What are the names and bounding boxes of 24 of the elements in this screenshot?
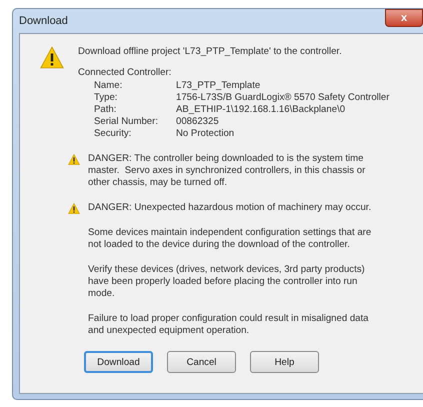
- field-value: AB_ETHIP-1\192.168.1.16\Backplane\0: [176, 104, 346, 116]
- warning-icon: [68, 154, 80, 165]
- field-label: Security:: [94, 128, 132, 140]
- field-label: Name:: [94, 80, 124, 92]
- warning-icon: [68, 203, 80, 214]
- note-text: Verify these devices (drives, network devices, 3rd party products) have been properly loaded before placing the controller into run mode.: [88, 264, 366, 300]
- window-title: Download: [19, 15, 68, 27]
- field-label: Serial Number:: [94, 116, 159, 128]
- dialog-button[interactable]: Cancel: [167, 351, 236, 373]
- message-text: Download offline project 'L73_PTP_Template' to the controller.: [78, 46, 343, 58]
- warning-text: DANGER: Unexpected hazardous motion of machinery may occur.: [88, 202, 372, 214]
- field-label: Path:: [94, 104, 118, 116]
- field-label: Type:: [94, 92, 118, 104]
- dialog-button[interactable]: Help: [250, 351, 319, 373]
- field-value: L73_PTP_Template: [176, 80, 262, 92]
- warning-icon: [40, 46, 64, 69]
- section-label: Connected Controller:: [78, 67, 172, 79]
- note-text: Failure to load proper configuration could result in misaligned data and unexpected equipment operation.: [88, 313, 370, 337]
- field-value: 00862325: [176, 116, 220, 128]
- field-value: No Protection: [176, 128, 236, 140]
- dialog-button[interactable]: Download: [84, 351, 153, 373]
- note-text: Some devices maintain independent configuration settings that are not loaded to the device during the download of the controller.: [88, 227, 372, 251]
- warning-text: DANGER: The controller being downloaded to is the system time master. Servo axes in synchronized controllers, in this chassis or other chassis, may be turned off.: [88, 153, 366, 189]
- field-value: 1756-L73S/B GuardLogix® 5570 Safety Controller: [176, 92, 390, 104]
